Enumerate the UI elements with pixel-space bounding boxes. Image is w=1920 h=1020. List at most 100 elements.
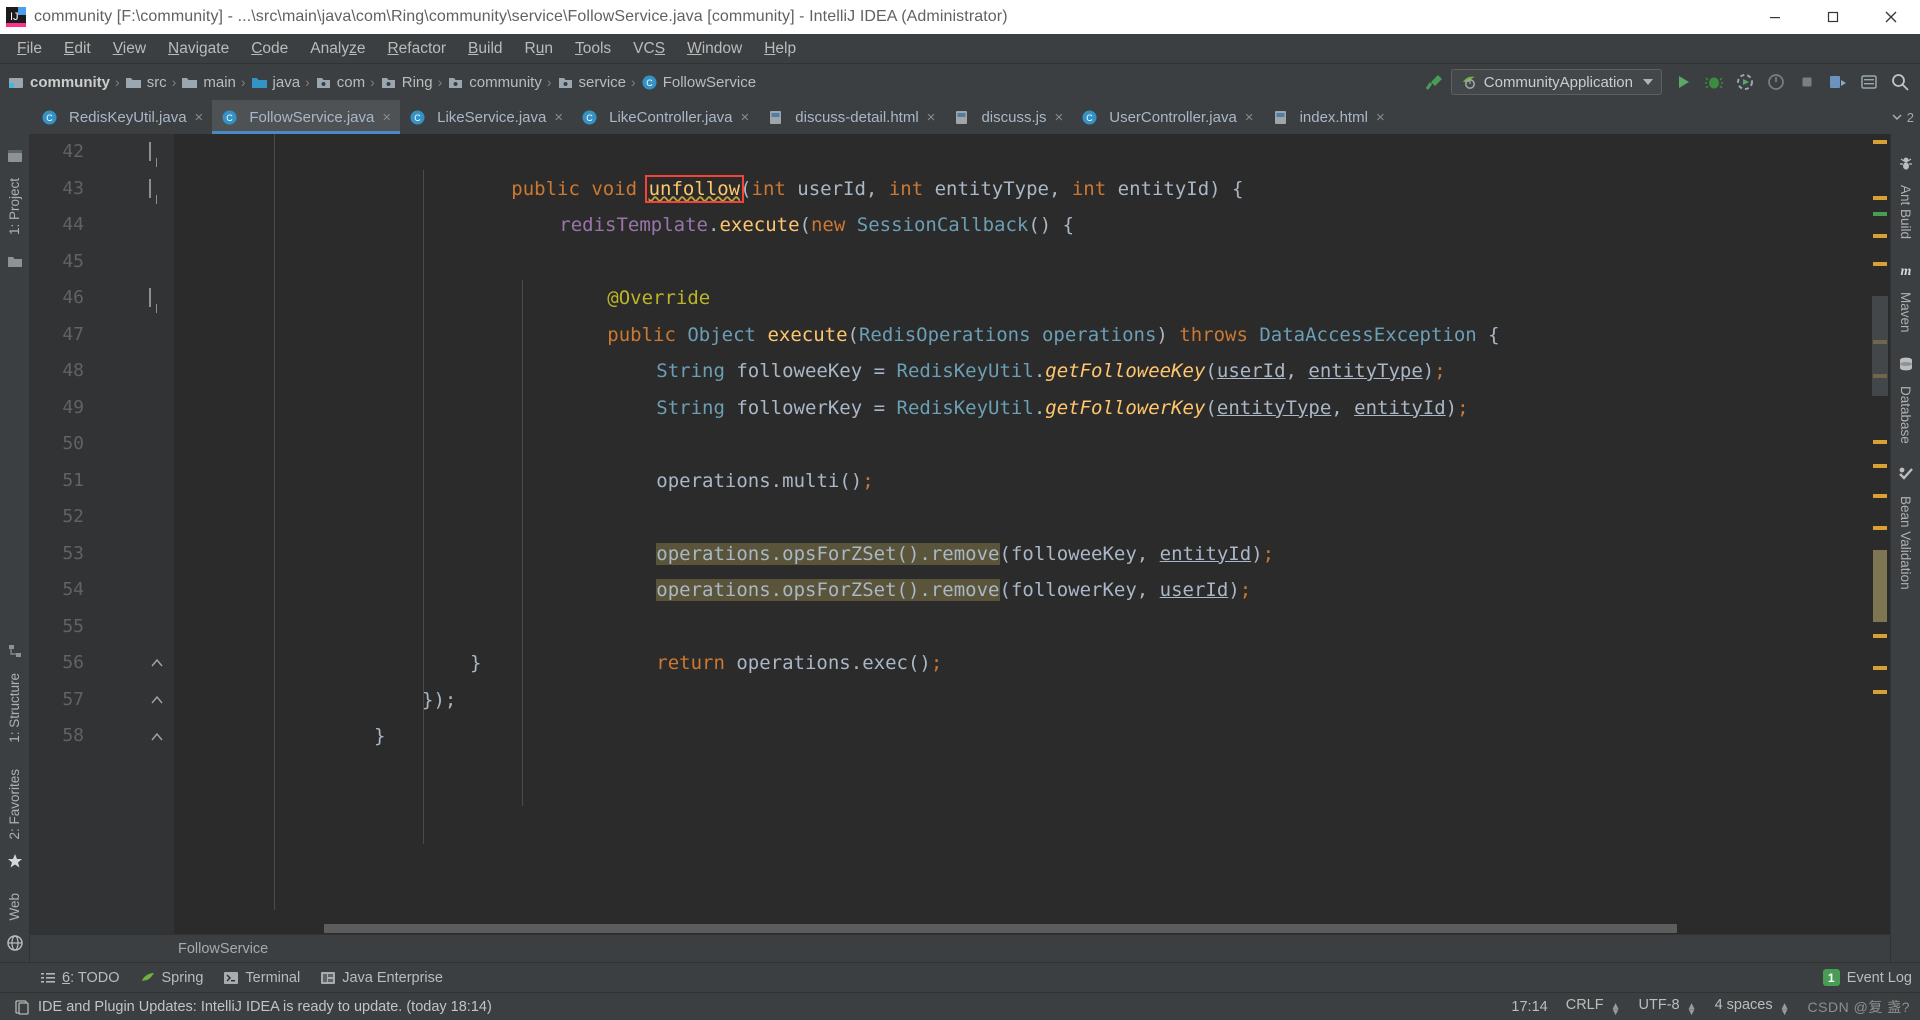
- menu-navigate[interactable]: Navigate: [157, 37, 240, 61]
- code-editor[interactable]: 42 43 44 45 46 47 48 49 50 51 52 53 54 5…: [30, 134, 1890, 934]
- close-icon[interactable]: ×: [1245, 109, 1254, 126]
- close-icon[interactable]: ×: [195, 109, 204, 126]
- stop-icon[interactable]: [1793, 68, 1821, 96]
- code-line-51[interactable]: [174, 463, 1870, 500]
- menu-window[interactable]: Window: [676, 37, 753, 61]
- menu-tools[interactable]: Tools: [564, 37, 622, 61]
- close-icon[interactable]: ×: [1054, 109, 1063, 126]
- fold-toggle-line-46[interactable]: [149, 288, 167, 313]
- breadcrumb-community-module[interactable]: community: [8, 74, 110, 91]
- stripe-marker[interactable]: [1873, 464, 1887, 468]
- build-hammer-icon[interactable]: [1420, 68, 1448, 96]
- tool-window-spring[interactable]: Spring: [140, 970, 203, 986]
- run-with-coverage-icon[interactable]: [1731, 68, 1759, 96]
- sidebar-item-bean-validation[interactable]: Bean Validation: [1898, 490, 1913, 596]
- code-line-55[interactable]: return operations.exec();: [174, 609, 1870, 674]
- sidebar-item-project[interactable]: 1: Project: [7, 172, 22, 241]
- close-icon[interactable]: ×: [741, 109, 750, 126]
- ant-icon[interactable]: [1897, 154, 1915, 172]
- fold-toggle-line-42[interactable]: [149, 142, 167, 167]
- encoding-widget[interactable]: UTF-8 ▲ ▼: [1639, 997, 1697, 1018]
- stripe-marker[interactable]: [1873, 196, 1887, 200]
- menu-edit[interactable]: Edit: [53, 37, 102, 61]
- breadcrumb-service[interactable]: service: [557, 74, 626, 91]
- code-line-58[interactable]: }: [174, 718, 1870, 755]
- unfollow-method-name[interactable]: unfollow: [644, 174, 745, 203]
- sidebar-item-database[interactable]: Database: [1898, 380, 1913, 450]
- breadcrumb-ring[interactable]: Ring: [380, 74, 433, 91]
- run-configuration-selector[interactable]: CommunityApplication: [1450, 69, 1662, 95]
- menu-view[interactable]: View: [102, 37, 157, 61]
- menu-vcs[interactable]: VCS: [622, 37, 676, 61]
- fold-toggle-line-43[interactable]: [149, 179, 167, 204]
- project-icon[interactable]: [6, 147, 24, 165]
- code-line-56[interactable]: }: [174, 645, 1870, 682]
- stripe-marker[interactable]: [1873, 690, 1887, 694]
- bean-validation-icon[interactable]: [1897, 465, 1915, 483]
- favorites-folder-icon[interactable]: [6, 253, 24, 271]
- sidebar-item-favorites[interactable]: 2: Favorites: [7, 763, 22, 846]
- sidebar-item-structure[interactable]: 1: Structure: [7, 667, 22, 749]
- structure-icon[interactable]: [6, 642, 24, 660]
- database-icon[interactable]: [1897, 355, 1915, 373]
- code-line-57[interactable]: });: [174, 682, 1870, 719]
- sidebar-item-ant-build[interactable]: Ant Build: [1898, 179, 1913, 245]
- maven-icon[interactable]: m: [1897, 261, 1915, 279]
- code-line-42[interactable]: public void unfollow(int userId, int ent…: [174, 134, 1870, 203]
- tool-window-todo[interactable]: 6: TODO: [40, 970, 120, 986]
- breadcrumb-main[interactable]: main: [181, 74, 236, 91]
- close-icon[interactable]: [1862, 0, 1920, 34]
- fold-toggle-end-line-56[interactable]: [149, 655, 167, 673]
- minimize-icon[interactable]: [1746, 0, 1804, 34]
- tool-window-terminal[interactable]: Terminal: [223, 970, 300, 986]
- menu-code[interactable]: Code: [240, 37, 299, 61]
- debug-icon[interactable]: [1700, 68, 1728, 96]
- breadcrumb-community-package[interactable]: community: [447, 74, 542, 91]
- stripe-scroll-thumb[interactable]: [1872, 296, 1888, 396]
- breadcrumb-com[interactable]: com: [315, 74, 365, 91]
- status-message[interactable]: IDE and Plugin Updates: IntelliJ IDEA is…: [38, 999, 492, 1015]
- settings-icon[interactable]: [1855, 68, 1883, 96]
- tool-window-java-enterprise[interactable]: Java Enterprise: [320, 970, 443, 986]
- close-icon[interactable]: ×: [927, 109, 936, 126]
- scrollbar-thumb[interactable]: [324, 924, 1678, 933]
- stripe-marker[interactable]: [1873, 234, 1887, 238]
- error-stripe-marker-panel[interactable]: [1870, 134, 1890, 934]
- tab-discuss-detail-html[interactable]: discuss-detail.html ×: [758, 100, 944, 134]
- close-icon[interactable]: ×: [554, 109, 563, 126]
- fold-toggle-end-line-58[interactable]: [149, 729, 167, 747]
- maximize-icon[interactable]: [1804, 0, 1862, 34]
- stripe-marker[interactable]: [1873, 140, 1887, 144]
- tabs-overflow[interactable]: 2: [1891, 100, 1914, 134]
- tab-likecontroller-java[interactable]: C LikeController.java ×: [572, 100, 758, 134]
- menu-file[interactable]: File: [6, 37, 53, 61]
- menu-help[interactable]: Help: [753, 37, 807, 61]
- code-line-46[interactable]: public Object execute(RedisOperations op…: [174, 280, 1870, 346]
- caret-position[interactable]: 17:14: [1511, 999, 1547, 1015]
- tab-likeservice-java[interactable]: C LikeService.java ×: [400, 100, 572, 134]
- sidebar-item-maven[interactable]: Maven: [1898, 286, 1913, 339]
- stripe-marker[interactable]: [1873, 440, 1887, 444]
- stripe-highlight-block[interactable]: [1873, 550, 1887, 622]
- menu-build[interactable]: Build: [457, 37, 513, 61]
- code-line-52[interactable]: operations.opsForZSet().remove(followeeK…: [174, 499, 1870, 565]
- menu-run[interactable]: Run: [514, 37, 564, 61]
- close-icon[interactable]: ×: [382, 109, 391, 126]
- stripe-marker[interactable]: [1873, 666, 1887, 670]
- close-icon[interactable]: ×: [1376, 109, 1385, 126]
- notification-icon[interactable]: [14, 999, 30, 1015]
- sidebar-item-web[interactable]: Web: [7, 887, 22, 927]
- menu-analyze[interactable]: Analyze: [299, 37, 376, 61]
- code-text-area[interactable]: public void unfollow(int userId, int ent…: [174, 134, 1870, 934]
- update-app-icon[interactable]: [1824, 68, 1852, 96]
- stripe-marker[interactable]: [1873, 494, 1887, 498]
- stripe-marker[interactable]: [1873, 634, 1887, 638]
- profile-icon[interactable]: [1762, 68, 1790, 96]
- tab-followservice-java[interactable]: C FollowService.java ×: [212, 100, 401, 134]
- event-log-button[interactable]: 1 Event Log: [1822, 969, 1912, 986]
- web-icon[interactable]: [6, 934, 24, 952]
- favorites-star-icon[interactable]: [6, 852, 24, 870]
- search-everywhere-icon[interactable]: [1886, 68, 1914, 96]
- breadcrumb-src[interactable]: src: [125, 74, 167, 91]
- menu-refactor[interactable]: Refactor: [376, 37, 457, 61]
